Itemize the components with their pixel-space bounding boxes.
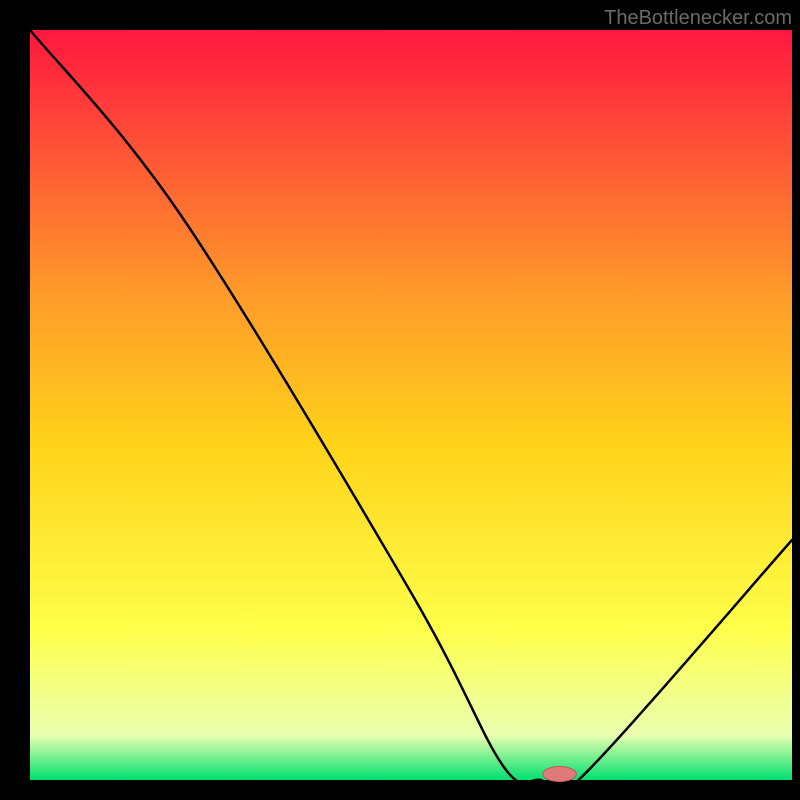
chart-container: TheBottlenecker.com [0,0,800,800]
optimal-point-marker [543,767,577,782]
bottleneck-chart: TheBottlenecker.com [0,0,800,800]
watermark-text: TheBottlenecker.com [604,7,792,29]
plot-background [30,30,792,780]
